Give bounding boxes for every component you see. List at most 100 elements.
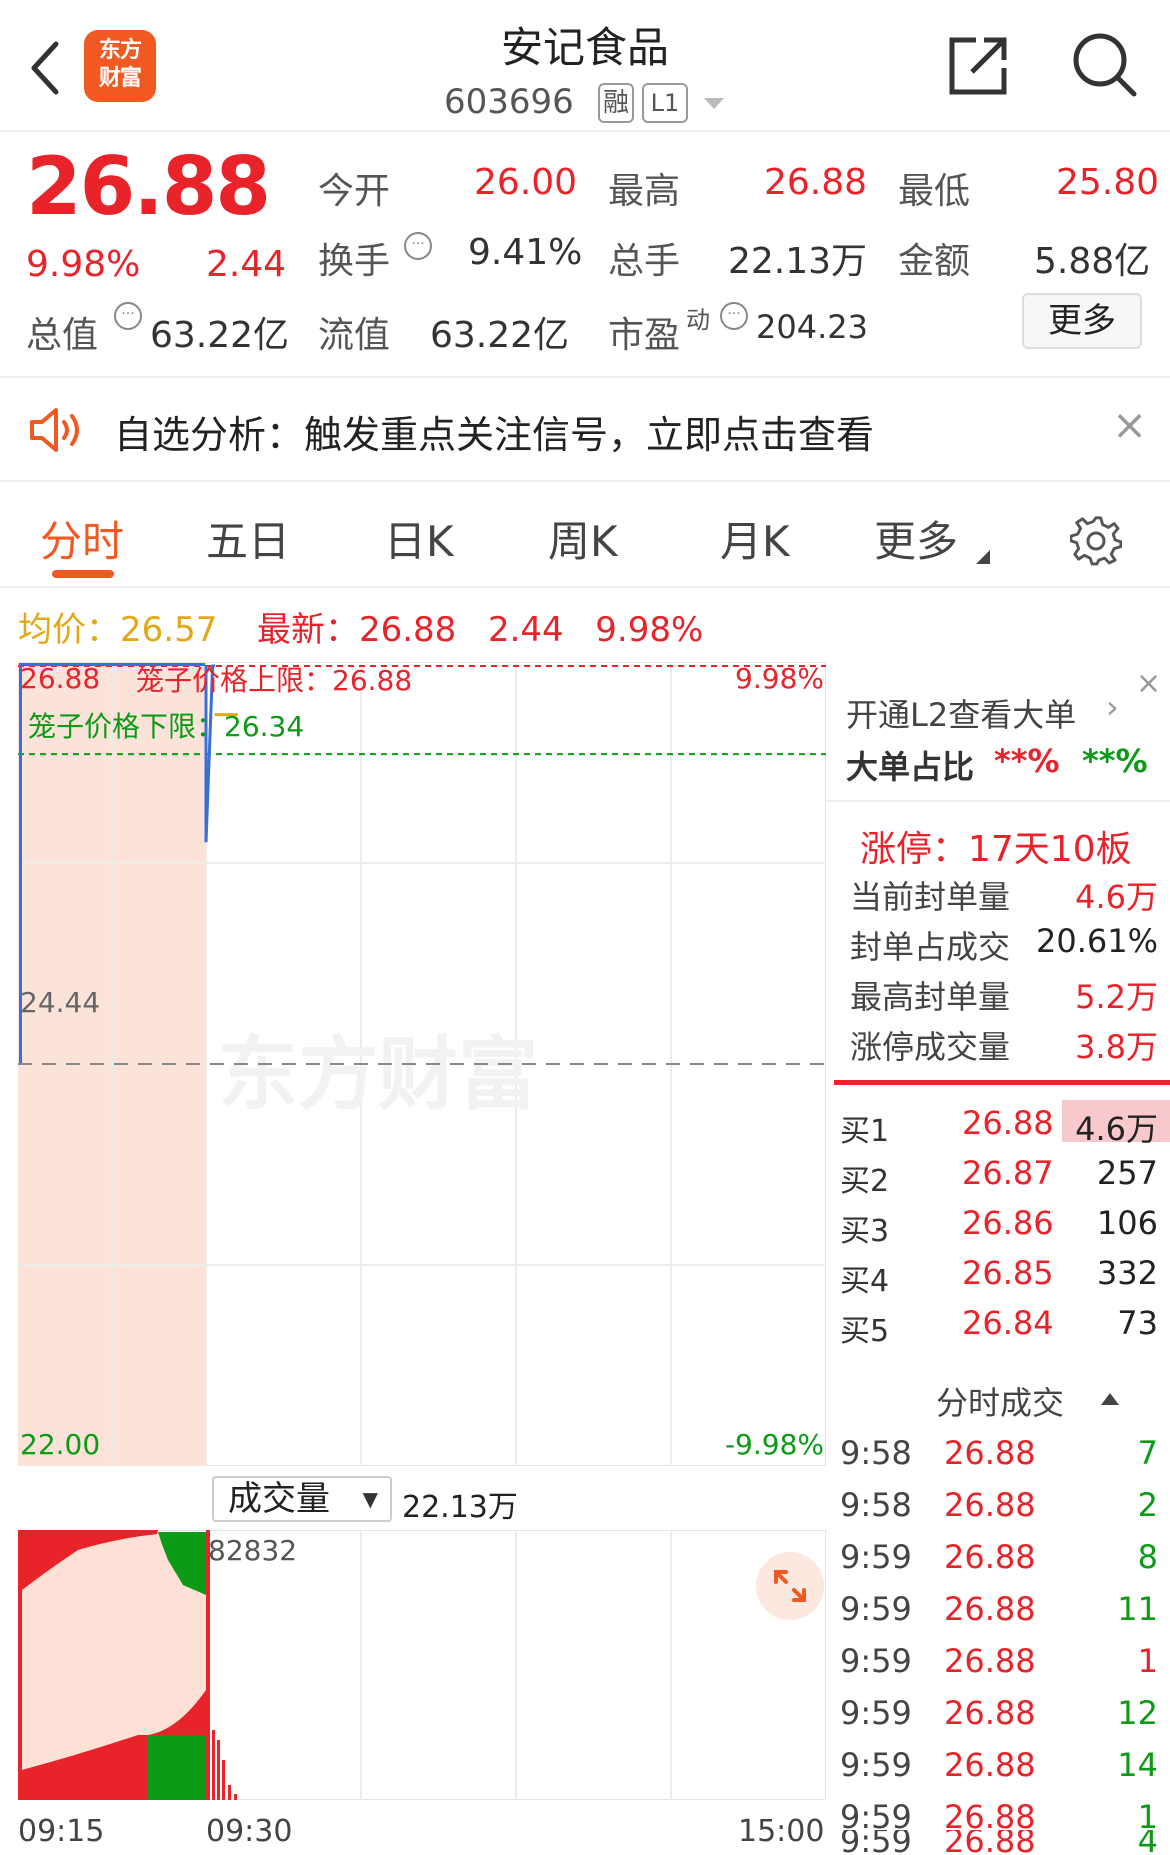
float-cap-label: 流值: [318, 315, 391, 356]
notice-text[interactable]: 自选分析：触发重点关注信号，立即点击查看: [114, 404, 874, 459]
l2-link-text[interactable]: 开通L2查看大单: [846, 690, 1076, 736]
l2-close-icon[interactable]: ×: [1136, 666, 1161, 701]
volume-bar: [228, 1785, 231, 1800]
trade-volume: 4: [1137, 1830, 1158, 1855]
amount-value: 5.88亿: [1034, 241, 1151, 282]
bid-row[interactable]: 买3 26.86 106: [826, 1198, 1170, 1249]
trade-price: 26.88: [944, 1486, 1036, 1524]
trade-price: 26.88: [944, 1642, 1036, 1680]
turnover-label: 换手: [318, 241, 391, 282]
search-icon[interactable]: [1070, 30, 1138, 98]
level1-tag: L1: [642, 83, 688, 123]
intraday-price-chart[interactable]: 东方财富 26.88 笼子价格上限：26.88 9.98% 笼子价格下限：26.…: [18, 662, 826, 1466]
trade-row: 9:59 26.88 14: [826, 1740, 1170, 1792]
trade-row: 9:59 26.88 12: [826, 1688, 1170, 1740]
order-panel: 开通L2查看大单 › × 大单占比 **% **% 涨停：17天10板 当前封单…: [826, 662, 1170, 1855]
y-top-label: 26.88: [20, 662, 100, 695]
app-logo: 东方 财富: [84, 30, 156, 102]
trade-row: 9:59 26.88 11: [826, 1584, 1170, 1636]
open-volume-bar: [206, 1530, 210, 1800]
stock-name: 安记食品: [500, 23, 669, 72]
trade-time: 9:59: [840, 1694, 912, 1732]
tab-daily-k[interactable]: 日K: [384, 508, 454, 569]
l2-promo[interactable]: 开通L2查看大单 › × 大单占比 **% **%: [826, 662, 1170, 802]
collapse-triangle-icon[interactable]: [1100, 1392, 1120, 1406]
avg-label: 均价：: [18, 610, 120, 650]
bid-price: 26.84: [962, 1304, 1054, 1342]
tab-more-triangle-icon: [976, 550, 990, 564]
x-mid-label: 09:30: [206, 1814, 293, 1849]
bid-price: 26.86: [962, 1204, 1054, 1242]
dropdown-triangle-icon[interactable]: [702, 96, 726, 112]
tab-weekly-k[interactable]: 周K: [548, 508, 618, 569]
volume-bar: [222, 1760, 225, 1800]
change-amount: 2.44: [206, 244, 287, 285]
volume-chart: 成交量 ▼ 22.13万 82832 09:15 09:30 15:00: [18, 1470, 826, 1855]
trade-time: 9:59: [840, 1746, 912, 1784]
float-cap-value: 63.22亿: [430, 315, 570, 356]
seal-label: 当前封单量: [850, 878, 1011, 916]
trade-time: 9:59: [840, 1642, 912, 1680]
back-arrow-icon[interactable]: [26, 38, 66, 98]
trade-price: 26.88: [944, 1746, 1036, 1784]
pe-info-icon[interactable]: ···: [720, 302, 748, 330]
x-start-label: 09:15: [18, 1814, 105, 1849]
limit-up-title: 涨停：17天10板: [860, 829, 1132, 870]
bid-volume: 73: [1117, 1304, 1158, 1342]
trade-volume: 7: [1137, 1434, 1158, 1472]
trade-price: 26.88: [944, 1590, 1036, 1628]
seal-value: 4.6万: [1075, 878, 1158, 916]
tab-five-day[interactable]: 五日: [206, 508, 290, 569]
settings-gear-icon[interactable]: [1070, 514, 1122, 566]
limit-vol-label: 涨停成交量: [850, 1028, 1011, 1066]
tab-more[interactable]: 更多: [874, 508, 958, 569]
big-order-sell: **%: [1082, 742, 1148, 780]
last-change-percent: 9.98%: [595, 610, 704, 650]
trades-title[interactable]: 分时成交: [936, 1378, 1064, 1424]
amount-label: 金额: [898, 241, 971, 282]
bid-row[interactable]: 买5 26.84 73: [826, 1298, 1170, 1349]
trade-price: 26.88: [944, 1830, 1036, 1855]
market-cap-info-icon[interactable]: ···: [114, 302, 142, 330]
turnover-info-icon[interactable]: ···: [404, 232, 432, 260]
notice-close-icon[interactable]: ×: [1112, 400, 1147, 449]
volume-bars: 82832: [18, 1530, 826, 1800]
share-icon[interactable]: [946, 34, 1010, 98]
tab-intraday[interactable]: 分时: [40, 508, 124, 569]
more-quote-button[interactable]: 更多: [1022, 293, 1142, 349]
bid-volume: 332: [1096, 1254, 1158, 1292]
trade-time: 9:59: [840, 1590, 912, 1628]
trade-time: 9:59: [840, 1830, 912, 1855]
upper-limit-label: 笼子价格上限：26.88: [136, 664, 412, 697]
expand-chart-button[interactable]: [756, 1552, 824, 1620]
chevron-right-icon: ›: [1106, 688, 1119, 726]
trade-row: 9:58 26.88 2: [826, 1480, 1170, 1532]
volume-value: 22.13万: [728, 241, 868, 282]
pct-bottom-label: -9.98%: [725, 1428, 824, 1461]
market-cap-value: 63.22亿: [150, 315, 290, 356]
indicator-select-caret-icon: ▼: [362, 1487, 378, 1511]
notice-bar[interactable]: 自选分析：触发重点关注信号，立即点击查看 ×: [0, 376, 1170, 482]
y-mid-label: 24.44: [20, 986, 100, 1019]
margin-trading-tag: 融: [598, 83, 634, 123]
avg-value: 26.57: [120, 610, 218, 650]
indicator-select-value: 成交量: [228, 1479, 330, 1519]
trade-list: 9:58 26.88 7 9:58 26.88 2 9:59 26.88 8 9…: [826, 1428, 1170, 1855]
tab-monthly-k[interactable]: 月K: [720, 508, 790, 569]
open-value: 26.00: [474, 162, 578, 203]
bid-row[interactable]: 买4 26.85 332: [826, 1248, 1170, 1299]
trade-price: 26.88: [944, 1538, 1036, 1576]
bid-row[interactable]: 买2 26.87 257: [826, 1148, 1170, 1199]
bid-price: 26.88: [962, 1104, 1054, 1142]
bid-row[interactable]: 买1 26.88 4.6万: [826, 1098, 1170, 1149]
market-cap-label: 总值: [26, 315, 99, 356]
y-bottom-label: 22.00: [20, 1428, 100, 1461]
indicator-select[interactable]: 成交量 ▼: [212, 1476, 392, 1522]
seal-ratio-value: 20.61%: [1035, 922, 1158, 960]
limit-vol-value: 3.8万: [1075, 1028, 1158, 1066]
bid-list: 买1 26.88 4.6万 买2 26.87 257 买3 26.86 106 …: [826, 1098, 1170, 1358]
bid-label: 买1: [840, 1114, 890, 1149]
app-header: 东方 财富 安记食品 603696 融 L1: [0, 0, 1170, 132]
watermark: 东方财富: [218, 1028, 538, 1121]
trade-time: 9:59: [840, 1538, 912, 1576]
